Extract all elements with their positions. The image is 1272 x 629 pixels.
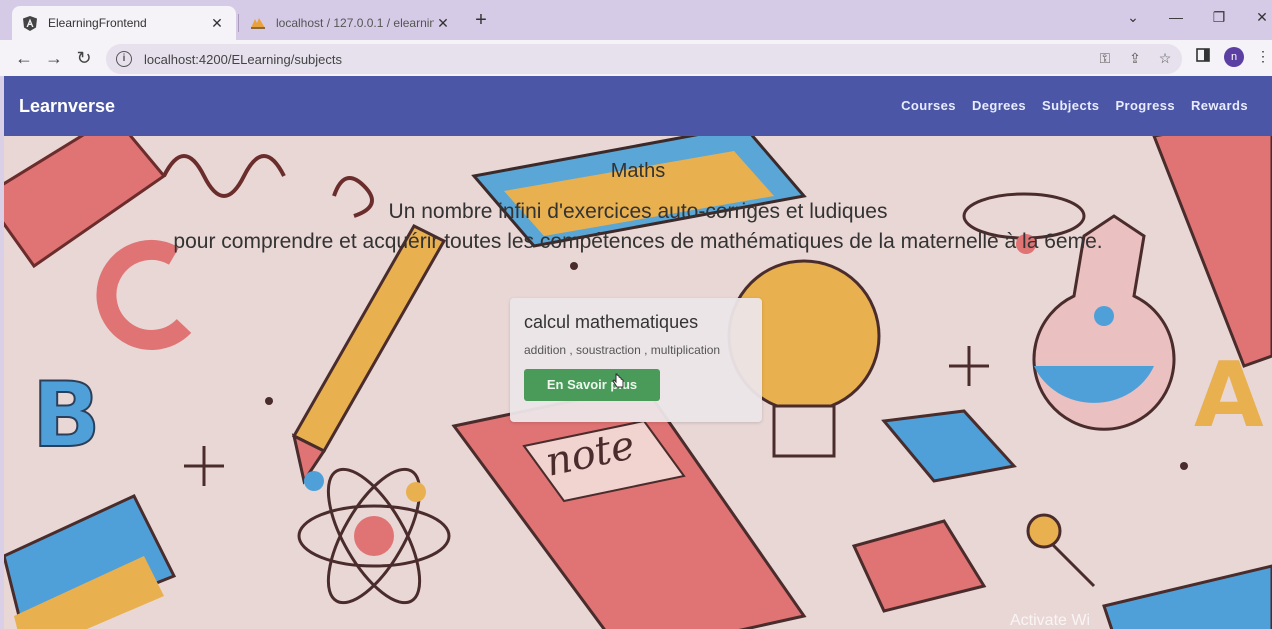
learn-more-button[interactable]: En Savoir plus	[524, 369, 660, 401]
tab-phpmyadmin[interactable]: localhost / 127.0.0.1 / elearning_ ✕	[240, 6, 462, 40]
tab-search-icon[interactable]: ⌄	[1123, 9, 1143, 26]
svg-text:B: B	[32, 363, 101, 468]
subject-title: Maths	[610, 160, 666, 182]
activate-windows-watermark: Activate Wi	[1010, 612, 1091, 629]
course-card: calcul mathematiques addition , soustrac…	[510, 298, 762, 422]
subject-description-line-1: Un nombre infini d'exercices auto-corrig…	[388, 200, 888, 223]
hand-cursor-icon	[612, 373, 624, 388]
nav-link-progress[interactable]: Progress	[1115, 98, 1175, 113]
minimize-icon[interactable]: —	[1166, 9, 1186, 25]
tab-separator	[238, 14, 239, 32]
tab-elearning-frontend[interactable]: ElearningFrontend ✕	[12, 6, 236, 40]
url-text: localhost:4200/ELearning/subjects	[144, 51, 343, 67]
phpmyadmin-icon	[250, 15, 266, 31]
back-button[interactable]: ←	[12, 46, 36, 70]
site-navbar: Learnverse Courses Degrees Subjects Prog…	[4, 76, 1272, 136]
brand-logo[interactable]: Learnverse	[19, 96, 115, 117]
reload-button[interactable]: ↻	[72, 46, 96, 70]
angular-icon	[22, 15, 38, 31]
forward-button[interactable]: →	[42, 46, 66, 70]
tab-title: localhost / 127.0.0.1 / elearning_	[276, 16, 434, 30]
close-tab-icon[interactable]: ✕	[434, 15, 452, 32]
nav-link-courses[interactable]: Courses	[901, 98, 956, 113]
side-panel-icon[interactable]	[1193, 48, 1213, 68]
new-tab-button[interactable]: +	[470, 9, 492, 32]
key-icon[interactable]: ⚿	[1096, 50, 1114, 68]
web-page: B A note Learnverse Courses Degrees Subj…	[4, 76, 1272, 629]
close-window-icon[interactable]: ✕	[1252, 9, 1272, 26]
subject-description-line-2: pour comprendre et acquérir toutes les c…	[173, 230, 1103, 253]
bookmark-star-icon[interactable]: ☆	[1156, 50, 1174, 68]
card-text: addition , soustraction , multiplication	[524, 343, 721, 357]
nav-link-subjects[interactable]: Subjects	[1042, 98, 1099, 113]
site-info-icon[interactable]: i	[116, 51, 132, 67]
profile-avatar[interactable]: n	[1224, 47, 1244, 67]
nav-link-rewards[interactable]: Rewards	[1191, 98, 1248, 113]
tab-title: ElearningFrontend	[48, 16, 147, 30]
card-title: calcul mathematiques	[524, 312, 699, 332]
close-tab-icon[interactable]: ✕	[208, 15, 226, 32]
browser-tab-strip: ElearningFrontend ✕ localhost / 127.0.0.…	[0, 0, 1272, 40]
nav-links: Courses Degrees Subjects Progress Reward…	[901, 98, 1248, 113]
restore-icon[interactable]: ❐	[1209, 9, 1229, 26]
browser-menu-icon[interactable]: ⋮	[1256, 48, 1270, 65]
browser-toolbar: ← → ↻ i localhost:4200/ELearning/subject…	[0, 40, 1272, 76]
share-icon[interactable]: ⇪	[1126, 50, 1144, 68]
address-bar[interactable]: i localhost:4200/ELearning/subjects ⚿ ⇪ …	[106, 44, 1182, 74]
nav-link-degrees[interactable]: Degrees	[972, 98, 1026, 113]
